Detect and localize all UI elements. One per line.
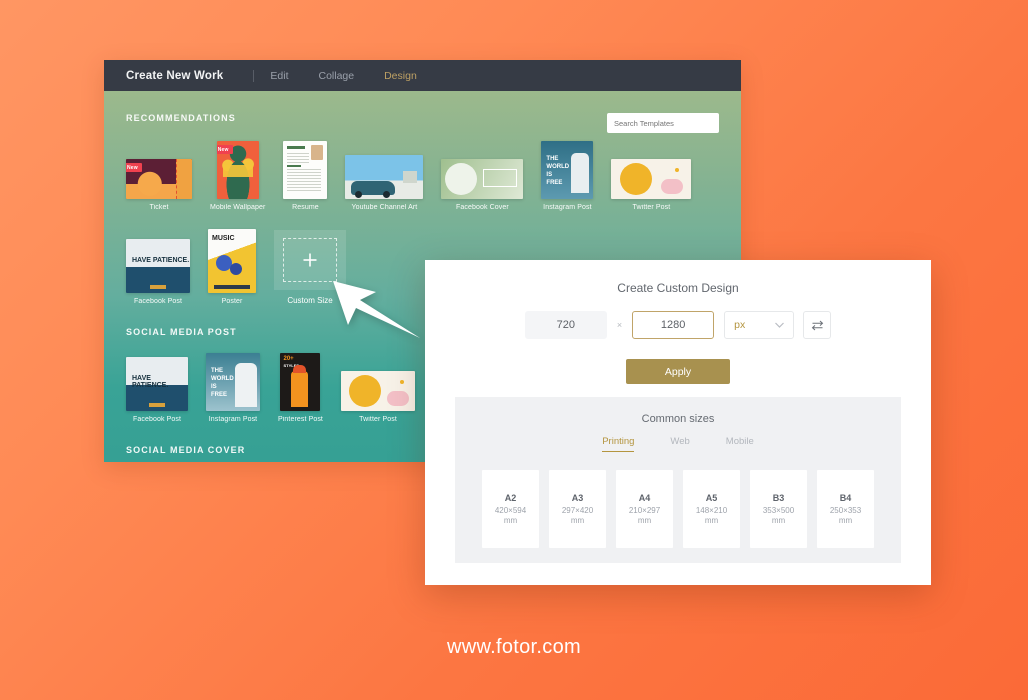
template-card-twitter-post[interactable]: Twitter Post xyxy=(611,159,692,211)
template-label: Instagram Post xyxy=(208,416,258,423)
app-topbar: Create New Work Edit Collage Design xyxy=(104,60,741,100)
size-card-name: A4 xyxy=(638,492,651,503)
size-card-name: A3 xyxy=(571,492,584,503)
template-label: Ticket xyxy=(149,204,169,211)
size-card-dims: 210×297 mm xyxy=(628,505,661,525)
size-card-dims: 297×420 mm xyxy=(561,505,594,525)
common-sizes-panel: Common sizes Printing Web Mobile A2 420×… xyxy=(455,397,901,563)
tab-mobile[interactable]: Mobile xyxy=(726,436,754,452)
template-thumbnail: THE WORLD IS FREE xyxy=(206,353,260,411)
dimension-row: 720 × 1280 px xyxy=(425,311,931,339)
template-label: Instagram Post xyxy=(543,204,592,211)
template-card-instagram-post-2[interactable]: THE WORLD IS FREE Instagram Post xyxy=(206,353,260,423)
template-thumbnail: HAVE PATIENCE. xyxy=(126,357,188,411)
template-label: Twitter Post xyxy=(632,204,671,211)
template-thumbnail xyxy=(611,159,692,199)
size-card-name: B4 xyxy=(839,492,852,503)
template-thumbnail: THE WORLD IS FREE xyxy=(541,141,594,199)
template-label: Mobile Wallpaper xyxy=(210,204,266,211)
template-card-facebook-cover[interactable]: Facebook Cover xyxy=(441,159,524,211)
dimension-separator: × xyxy=(616,320,623,330)
common-sizes-title: Common sizes xyxy=(641,413,715,425)
custom-size-label: Custom Size xyxy=(287,296,333,305)
template-thumbnail: 20+ STYLES xyxy=(280,353,321,411)
size-card-a2[interactable]: A2 420×594 mm xyxy=(482,470,539,548)
size-card-list: A2 420×594 mm A3 297×420 mm A4 210×297 mm A… xyxy=(455,470,901,548)
size-card-a3[interactable]: A3 297×420 mm xyxy=(549,470,606,548)
size-card-a5[interactable]: A5 148×210 mm xyxy=(683,470,740,548)
tab-design[interactable]: Design xyxy=(370,61,431,100)
arrow-cursor-icon xyxy=(333,281,420,338)
tab-web[interactable]: Web xyxy=(670,436,689,452)
template-thumbnail: New xyxy=(126,159,192,199)
apply-button[interactable]: Apply xyxy=(626,359,730,384)
size-card-dims: 420×594 mm xyxy=(494,505,527,525)
unit-select[interactable]: px xyxy=(724,311,795,339)
template-card-facebook-post[interactable]: HAVE PATIENCE. Facebook Post xyxy=(126,239,190,305)
template-label: Twitter Post xyxy=(359,416,397,423)
template-thumbnail: New xyxy=(216,141,259,199)
height-input[interactable]: 1280 xyxy=(632,311,715,339)
size-card-name: A2 xyxy=(504,492,517,503)
swap-arrows-icon xyxy=(811,320,823,330)
template-thumbnail xyxy=(441,159,524,199)
size-card-dims: 250×353 mm xyxy=(829,505,862,525)
template-thumbnail xyxy=(345,155,424,199)
template-card-ticket[interactable]: New Ticket xyxy=(126,159,192,211)
template-card-poster[interactable]: MUSIC Poster xyxy=(208,229,256,305)
modal-title: Create Custom Design xyxy=(617,281,739,295)
tab-edit[interactable]: Edit xyxy=(268,61,290,91)
topbar-divider xyxy=(253,69,255,82)
badge-new: New xyxy=(126,163,142,172)
template-label: Pinterest Post xyxy=(278,416,323,423)
template-label: Poster xyxy=(221,298,243,305)
app-title: Create New Work xyxy=(126,69,224,82)
template-label: Facebook Post xyxy=(134,298,182,305)
size-card-name: B3 xyxy=(772,492,785,503)
template-card-facebook-post-2[interactable]: HAVE PATIENCE. Facebook Post xyxy=(126,357,188,423)
size-card-name: A5 xyxy=(705,492,718,503)
size-card-a4[interactable]: A4 210×297 mm xyxy=(616,470,673,548)
common-sizes-tabs: Printing Web Mobile xyxy=(455,436,901,452)
template-card-resume[interactable]: Resume xyxy=(283,141,328,211)
template-card-pinterest-post[interactable]: 20+ STYLES Pinterest Post xyxy=(278,353,323,423)
size-card-b3[interactable]: B3 353×500 mm xyxy=(750,470,807,548)
template-thumbnail: HAVE PATIENCE. xyxy=(126,239,190,293)
template-row: New Ticket New Mobile Wallpaper Resume Y… xyxy=(126,141,719,211)
tab-printing[interactable]: Printing xyxy=(602,436,635,452)
plus-icon xyxy=(303,253,317,267)
tab-collage[interactable]: Collage xyxy=(316,61,356,91)
size-card-dims: 353×500 mm xyxy=(762,505,795,525)
template-card-youtube-channel-art[interactable]: Youtube Channel Art xyxy=(345,155,424,211)
chevron-down-icon xyxy=(775,322,785,328)
unit-select-value: px xyxy=(734,319,746,331)
template-thumbnail xyxy=(283,141,328,199)
template-thumbnail: MUSIC xyxy=(208,229,256,293)
template-thumbnail xyxy=(340,371,415,411)
width-input[interactable]: 720 xyxy=(524,311,607,339)
custom-size-dashed-box xyxy=(283,238,337,282)
template-label: Resume xyxy=(292,204,319,211)
template-card-mobile-wallpaper[interactable]: New Mobile Wallpaper xyxy=(210,141,265,211)
template-label: Facebook Cover xyxy=(456,204,509,211)
template-label: Facebook Post xyxy=(133,416,181,423)
section-label-recommendations: RECOMMENDATIONS xyxy=(126,113,236,123)
template-label: Youtube Channel Art xyxy=(351,204,418,211)
template-card-instagram-post[interactable]: THE WORLD IS FREE Instagram Post xyxy=(541,141,594,211)
size-card-dims: 148×210 mm xyxy=(695,505,728,525)
watermark: www.fotor.com xyxy=(447,636,581,658)
size-card-b4[interactable]: B4 250×353 mm xyxy=(817,470,874,548)
swap-dimensions-button[interactable] xyxy=(803,311,832,339)
badge-new: New xyxy=(216,145,233,154)
create-custom-design-modal: Create Custom Design 720 × 1280 px Apply… xyxy=(425,260,931,585)
template-card-twitter-post-2[interactable]: Twitter Post xyxy=(340,371,415,423)
